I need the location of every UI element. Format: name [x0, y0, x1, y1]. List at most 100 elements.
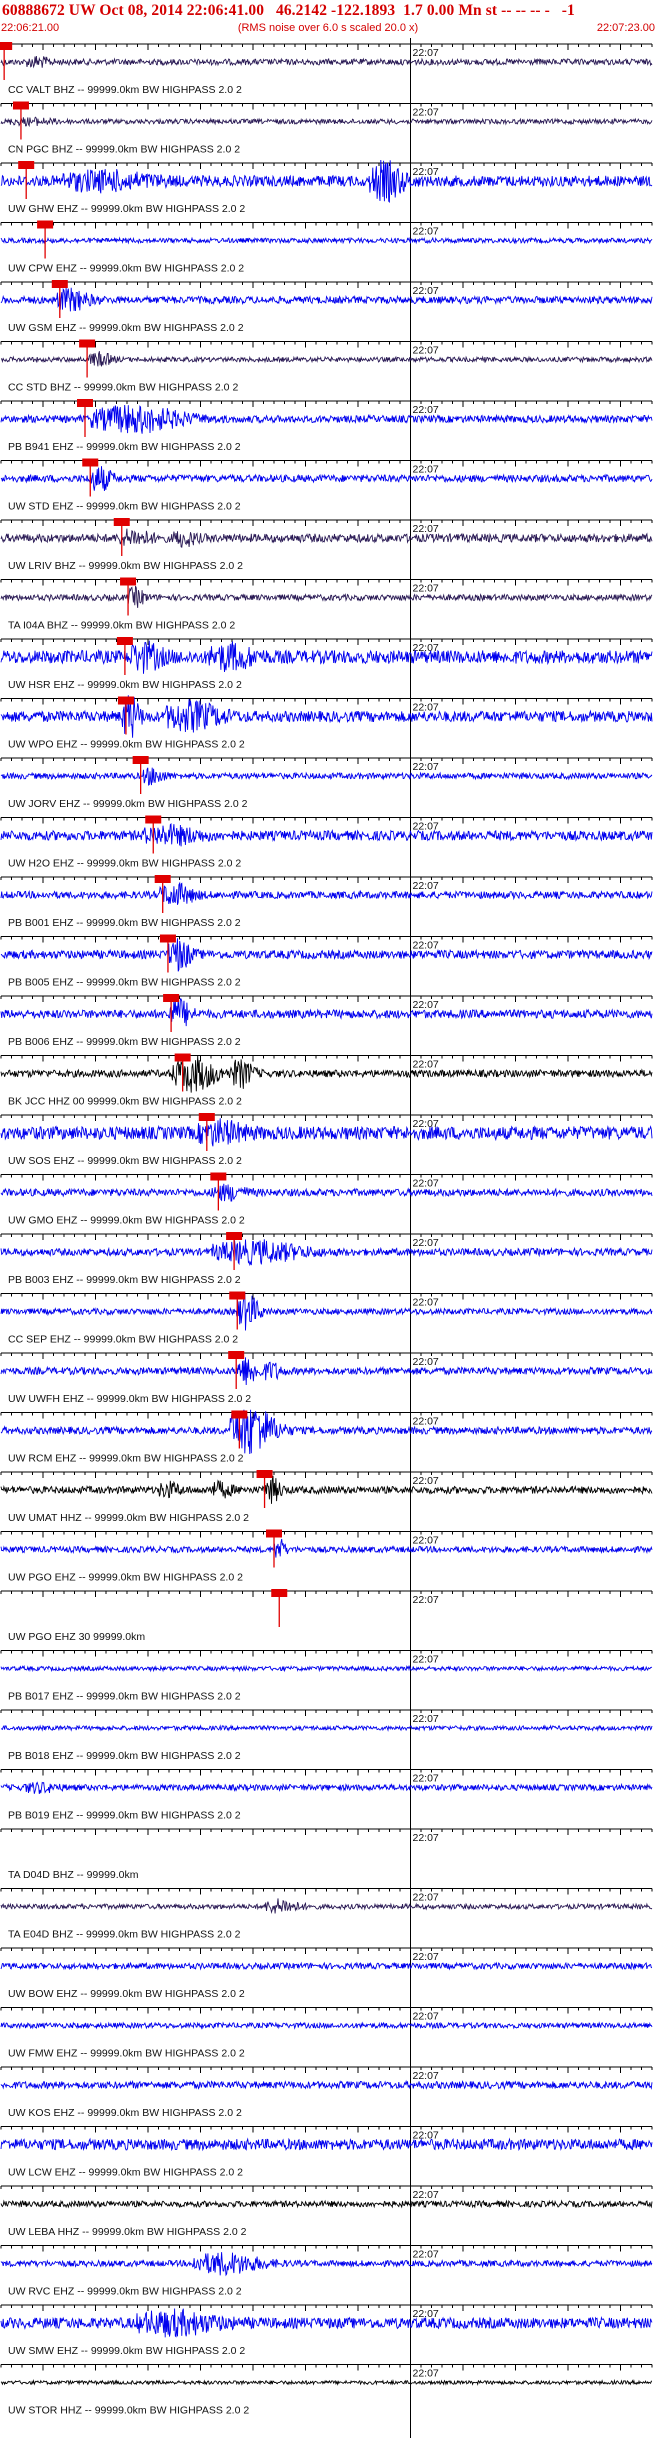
axis-ticks	[0, 2364, 653, 2371]
minute-tick-label: 22:07	[413, 1594, 439, 1606]
minute-tick-label: 22:07	[413, 1475, 439, 1487]
station-label: UW HSR EHZ -- 99999.0km BW HIGHPASS 2.0 …	[8, 679, 242, 691]
waveform-trace	[0, 1118, 653, 1147]
pick-flag	[159, 934, 176, 943]
waveform-trace	[0, 236, 653, 245]
axis-ticks	[0, 1293, 653, 1300]
axis-ticks	[0, 1472, 653, 1478]
pick-flag	[174, 1053, 191, 1062]
waveform-trace	[0, 1183, 653, 1202]
pick-flag	[113, 518, 130, 526]
minute-tick-label: 22:07	[413, 2070, 439, 2082]
minute-tick-label: 22:07	[413, 1951, 439, 1963]
waveform-trace	[0, 2137, 653, 2152]
waveform-trace	[0, 1357, 653, 1386]
axis-ticks	[0, 2007, 653, 2014]
waveform-trace	[0, 56, 653, 69]
pick-flag	[132, 756, 149, 764]
axis-ticks	[0, 401, 653, 407]
station-label: UW GHW EHZ -- 99999.0km BW HIGHPASS 2.0 …	[8, 203, 245, 215]
waveform-trace	[0, 881, 653, 905]
axis-ticks	[0, 44, 653, 50]
pick-flag	[82, 458, 99, 467]
pick-flag	[231, 1410, 248, 1419]
minute-tick-label: 22:07	[413, 1892, 439, 1904]
waveform-trace	[0, 1239, 653, 1267]
pick-flag	[77, 399, 93, 407]
minute-tick-label: 22:07	[413, 285, 439, 297]
minute-tick-label: 22:07	[413, 107, 439, 119]
station-label: PB B003 EHZ -- 99999.0km BW HIGHPASS 2.0…	[8, 1274, 241, 1286]
axis-ticks	[0, 817, 653, 824]
station-label: TA D04D BHZ -- 99999.0km	[8, 1869, 139, 1881]
station-label: UW UWFH EHZ -- 99999.0km BW HIGHPASS 2.0…	[8, 1393, 251, 1405]
pick-flag	[154, 875, 171, 883]
axis-ticks	[0, 877, 653, 883]
pick-flag	[120, 577, 137, 586]
station-label: UW SMW EHZ -- 99999.0km BW HIGHPASS 2.0 …	[8, 2345, 245, 2357]
waveform-trace	[0, 695, 653, 738]
station-label: UW GMO EHZ -- 99999.0km BW HIGHPASS 2.0 …	[8, 1215, 245, 1227]
minute-tick-label: 22:07	[413, 1535, 439, 1547]
waveform-trace	[0, 1664, 653, 1673]
pick-flag	[0, 42, 13, 50]
pick-flag	[198, 1113, 215, 1121]
waveform-trace	[0, 1409, 653, 1455]
waveform-trace	[0, 2079, 653, 2091]
minute-tick-label: 22:07	[413, 583, 439, 595]
waveform-trace	[0, 528, 653, 548]
pick-flag	[117, 696, 134, 705]
minute-tick-label: 22:07	[413, 1416, 439, 1428]
axis-ticks	[0, 163, 653, 169]
pick-flag	[12, 101, 29, 110]
minute-tick-label: 22:07	[413, 2249, 439, 2261]
minute-tick-label: 22:07	[413, 2189, 439, 2201]
axis-ticks	[0, 460, 653, 467]
station-label: UW PGO EHZ 30 99999.0km	[8, 1631, 145, 1643]
axis-ticks	[0, 2067, 653, 2073]
minute-tick-label: 22:07	[413, 2368, 439, 2380]
minute-tick-label: 22:07	[413, 523, 439, 535]
minute-tick-label: 22:07	[413, 1832, 439, 1844]
waveform-trace	[0, 1724, 653, 1732]
station-label: UW LRIV BHZ -- 99999.0km BW HIGHPASS 2.0…	[8, 560, 243, 572]
waveform-trace	[0, 2021, 653, 2030]
station-label: UW BOW EHZ -- 99999.0km BW HIGHPASS 2.0 …	[8, 1988, 245, 2000]
axis-ticks	[0, 1769, 653, 1776]
minute-tick-label: 22:07	[413, 702, 439, 714]
station-label: UW UMAT HHZ -- 99999.0km BW HIGHPASS 2.0…	[8, 1512, 249, 1524]
waveform-trace	[0, 287, 653, 312]
minute-tick-label: 22:07	[413, 47, 439, 59]
station-label: CC VALT BHZ -- 99999.0km BW HIGHPASS 2.0…	[8, 84, 242, 96]
axis-ticks	[0, 1055, 653, 1062]
minute-tick-label: 22:07	[413, 761, 439, 773]
waveform-trace	[0, 1538, 653, 1558]
minute-tick-label: 22:07	[413, 464, 439, 476]
pick-flag	[266, 1529, 282, 1538]
axis-ticks	[0, 1710, 653, 1716]
station-label: PB B005 EHZ -- 99999.0km BW HIGHPASS 2.0…	[8, 977, 241, 989]
axis-ticks	[0, 936, 653, 943]
waveform-trace	[0, 2378, 652, 2386]
axis-ticks	[0, 103, 653, 110]
waveform-trace	[0, 1898, 653, 1914]
station-label: UW STOR HHZ -- 99999.0km BW HIGHPASS 2.0…	[8, 2405, 249, 2417]
pick-flag	[228, 1351, 245, 1359]
station-label: UW RVC EHZ -- 99999.0km BW HIGHPASS 2.0 …	[8, 2286, 242, 2298]
axis-ticks	[0, 341, 653, 348]
waveform-trace	[0, 2252, 653, 2277]
minute-tick-label: 22:07	[413, 345, 439, 357]
station-label: PB B018 EHZ -- 99999.0km BW HIGHPASS 2.0…	[8, 1750, 241, 1762]
pick-flag	[51, 280, 68, 288]
minute-tick-label: 22:07	[413, 940, 439, 952]
axis-ticks	[0, 1948, 653, 1954]
pick-flag	[271, 1589, 288, 1597]
minute-tick-label: 22:07	[413, 2130, 439, 2142]
axis-ticks	[0, 1174, 653, 1181]
waveform-trace	[0, 822, 653, 847]
axis-ticks	[0, 579, 653, 586]
waveform-trace	[0, 1475, 653, 1504]
waveform-trace	[0, 159, 653, 203]
station-label: PB B941 EHZ -- 99999.0km BW HIGHPASS 2.0…	[8, 441, 241, 453]
minute-tick-label: 22:07	[413, 1297, 439, 1309]
